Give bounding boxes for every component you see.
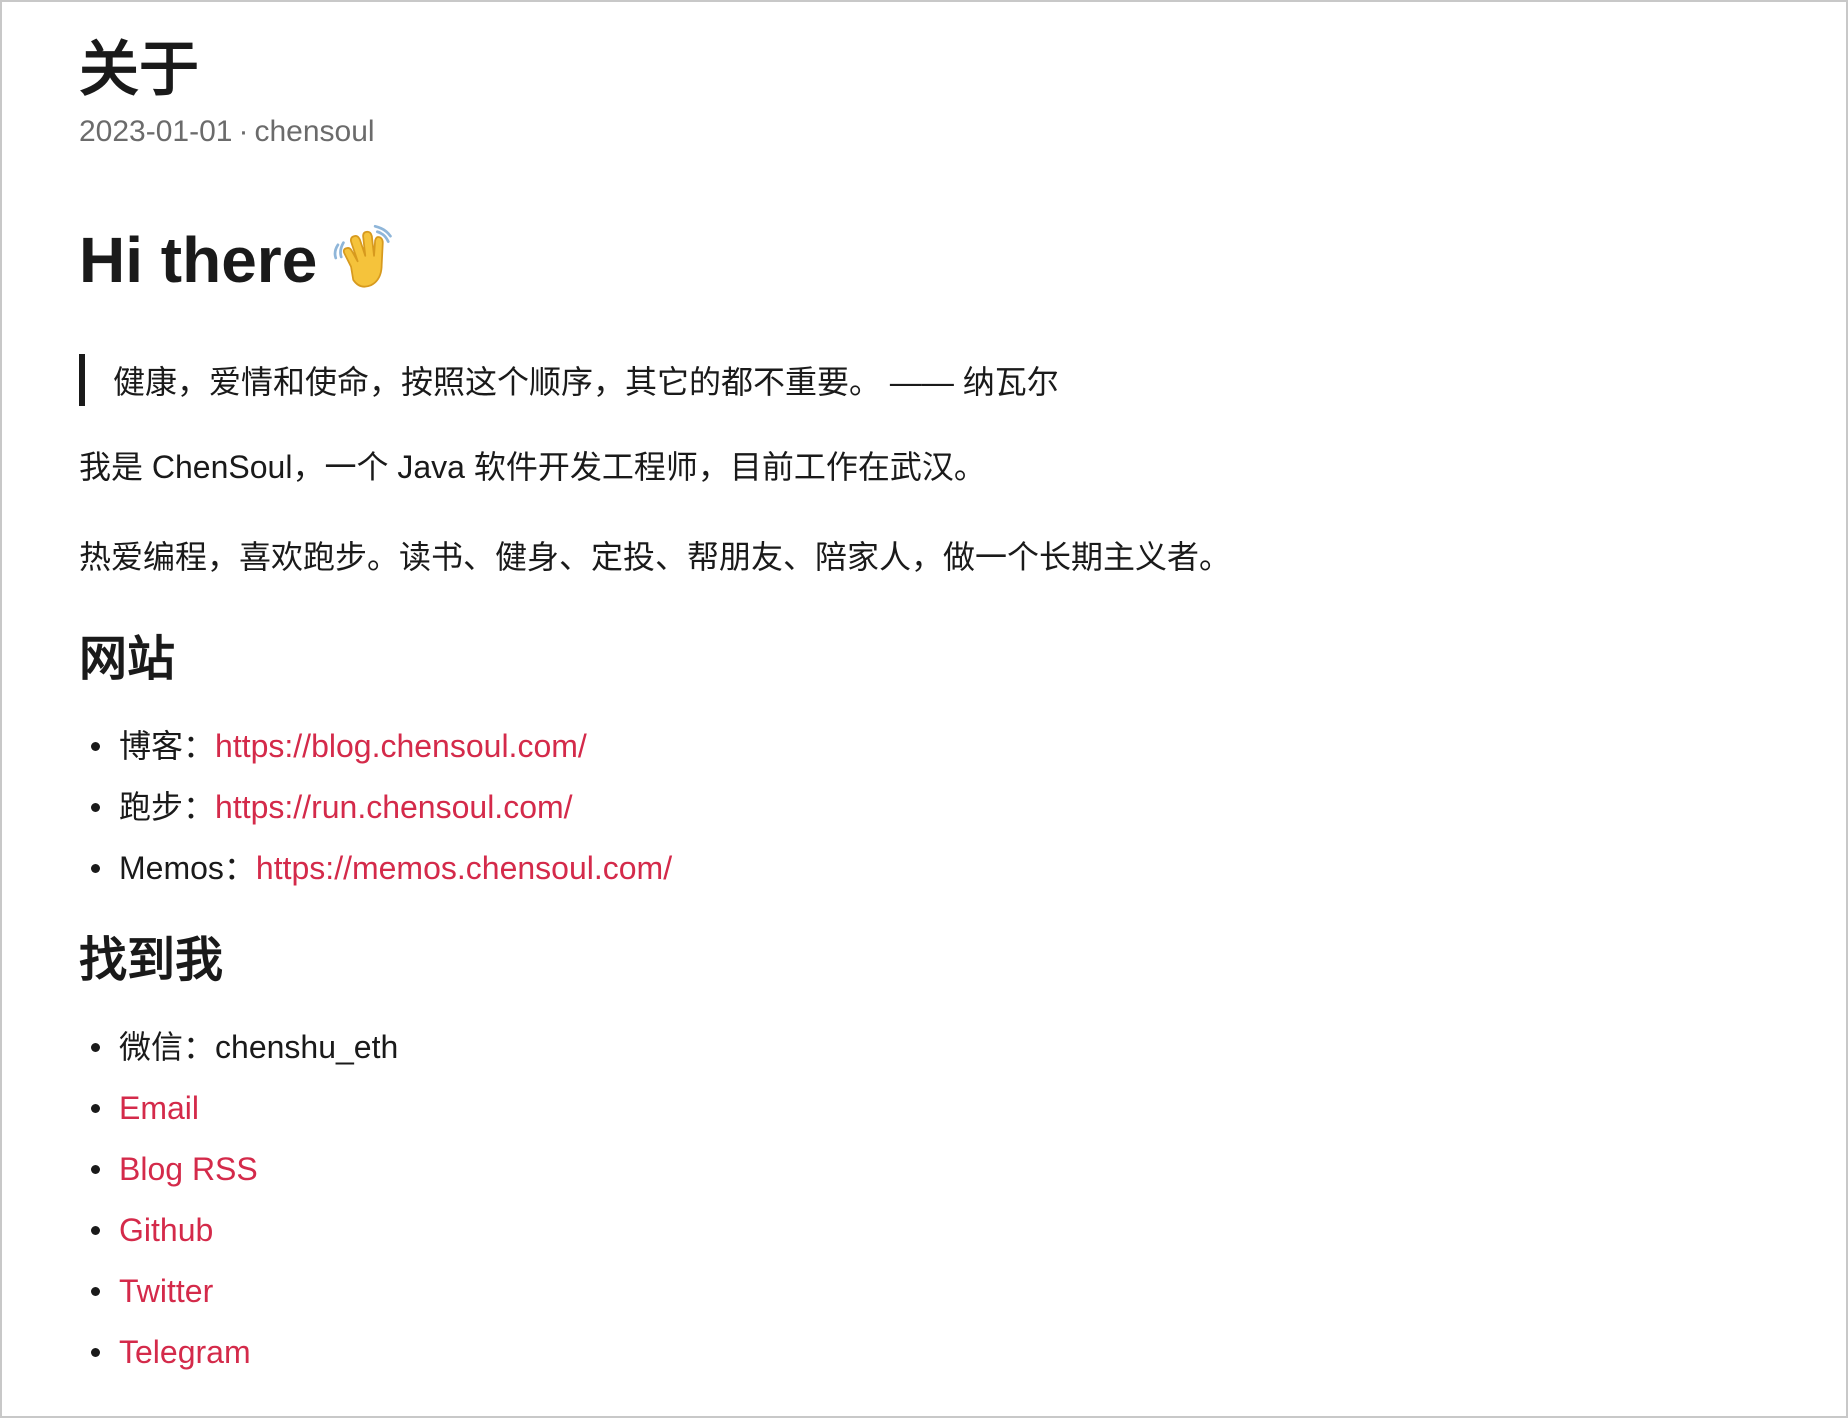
list-item-label: 博客： bbox=[119, 728, 216, 764]
bullet bbox=[91, 1348, 100, 1357]
bullet bbox=[91, 864, 100, 873]
bullet bbox=[91, 803, 100, 812]
page-title: 关于 bbox=[79, 36, 199, 103]
contact-heading: 找到我 bbox=[79, 934, 224, 987]
meta-separator: · bbox=[238, 115, 249, 148]
intro-paragraph: 我是 ChenSoul，一个 Java 软件开发工程师，目前工作在武汉。 bbox=[79, 449, 986, 485]
post-meta: 2023-01-01 · chensoul bbox=[79, 112, 1779, 152]
list-item-label: Memos： bbox=[119, 850, 256, 886]
list-item-rss: Blog RSS bbox=[79, 1139, 1779, 1200]
article: 关于 2023-01-01 · chensoul Hi there 健康，爱情和使命… bbox=[79, 30, 1779, 1383]
waving-hand-icon bbox=[333, 224, 393, 288]
page-frame: 关于 2023-01-01 · chensoul Hi there 健康，爱情和使命… bbox=[0, 0, 1848, 1418]
post-author: chensoul bbox=[254, 115, 375, 148]
bullet bbox=[91, 1043, 100, 1052]
intro-heading: Hi there bbox=[79, 220, 1779, 300]
quote-text: 健康，爱情和使命，按照这个顺序，其它的都不重要。 —— 纳瓦尔 bbox=[113, 364, 1059, 400]
websites-list: 博客：https://blog.chensoul.com/ 跑步：https:/… bbox=[79, 716, 1779, 899]
github-link[interactable]: Github bbox=[119, 1212, 213, 1248]
bullet bbox=[91, 1226, 100, 1235]
list-item-telegram: Telegram bbox=[79, 1322, 1779, 1383]
run-link[interactable]: https://run.chensoul.com/ bbox=[215, 789, 573, 825]
bullet bbox=[91, 1287, 100, 1296]
list-item-memos: Memos：https://memos.chensoul.com/ bbox=[79, 838, 1779, 899]
bullet bbox=[91, 1104, 100, 1113]
telegram-link[interactable]: Telegram bbox=[119, 1334, 251, 1370]
memos-link[interactable]: https://memos.chensoul.com/ bbox=[256, 850, 672, 886]
blog-rss-link[interactable]: Blog RSS bbox=[119, 1151, 258, 1187]
list-item-twitter: Twitter bbox=[79, 1261, 1779, 1322]
bullet bbox=[91, 742, 100, 751]
list-item-label: 跑步： bbox=[119, 789, 216, 825]
list-item-email: Email bbox=[79, 1078, 1779, 1139]
email-link[interactable]: Email bbox=[119, 1090, 199, 1126]
bullet bbox=[91, 1165, 100, 1174]
contact-list: 微信：chenshu_eth Email Blog RSS Github Twi… bbox=[79, 1017, 1779, 1383]
list-item-github: Github bbox=[79, 1200, 1779, 1261]
wechat-id: chenshu_eth bbox=[215, 1029, 399, 1065]
intro-heading-text: Hi there bbox=[79, 224, 318, 296]
list-item-wechat: 微信：chenshu_eth bbox=[79, 1017, 1779, 1078]
twitter-link[interactable]: Twitter bbox=[119, 1273, 213, 1309]
wechat-label: 微信： bbox=[119, 1029, 216, 1065]
blockquote: 健康，爱情和使命，按照这个顺序，其它的都不重要。 —— 纳瓦尔 bbox=[79, 354, 1779, 406]
blog-link[interactable]: https://blog.chensoul.com/ bbox=[215, 728, 587, 764]
post-date: 2023-01-01 bbox=[79, 115, 233, 148]
websites-heading: 网站 bbox=[79, 633, 176, 686]
hobbies-paragraph: 热爱编程，喜欢跑步。读书、健身、定投、帮朋友、陪家人，做一个长期主义者。 bbox=[79, 539, 1232, 575]
list-item-run: 跑步：https://run.chensoul.com/ bbox=[79, 777, 1779, 838]
list-item-blog: 博客：https://blog.chensoul.com/ bbox=[79, 716, 1779, 777]
